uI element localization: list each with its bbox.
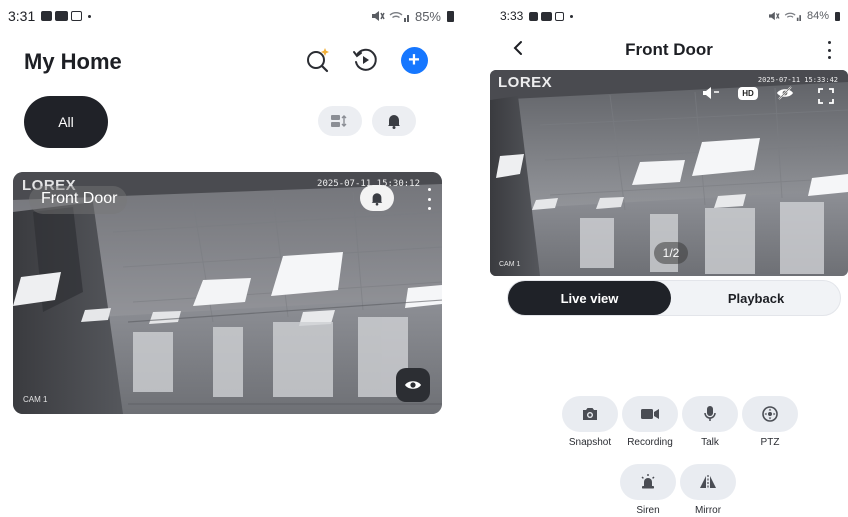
mic-icon bbox=[704, 406, 716, 421]
mute-icon bbox=[768, 11, 780, 21]
screenshot-notification-icon bbox=[71, 11, 83, 21]
add-device-button[interactable]: + bbox=[399, 45, 429, 75]
notification-icons bbox=[529, 11, 574, 21]
mirror-tool[interactable]: Mirror bbox=[677, 464, 739, 516]
quality-button[interactable]: HD bbox=[736, 83, 760, 103]
siren-label: Siren bbox=[636, 505, 660, 516]
fullscreen-icon bbox=[818, 88, 834, 104]
ptz-label: PTZ bbox=[760, 437, 780, 448]
camera-card[interactable]: LOREX Front Door 2025-07-11 15:30:12 CAM… bbox=[13, 172, 442, 414]
snapshot-tool[interactable]: Snapshot bbox=[559, 396, 621, 448]
status-time: 3:31 bbox=[8, 8, 36, 24]
search-ai-button[interactable] bbox=[303, 45, 333, 75]
app-notification-icon bbox=[541, 11, 553, 21]
image-notification-icon bbox=[529, 11, 539, 21]
fullscreen-button[interactable] bbox=[816, 86, 836, 106]
history-button[interactable] bbox=[350, 45, 380, 75]
status-right: 84% bbox=[768, 0, 840, 32]
video-icon bbox=[641, 409, 659, 419]
bell-icon bbox=[371, 192, 383, 205]
more-notifications-icon bbox=[88, 14, 92, 18]
battery-icon bbox=[447, 10, 454, 22]
notification-icons bbox=[41, 11, 92, 21]
layout-icon bbox=[331, 115, 347, 127]
notifications-button[interactable] bbox=[372, 106, 416, 136]
ptz-button[interactable] bbox=[742, 396, 798, 432]
snapshot-label: Snapshot bbox=[568, 437, 612, 448]
eye-icon bbox=[405, 381, 421, 389]
wifi-signal-icon bbox=[784, 12, 801, 21]
filter-chip-all[interactable]: All bbox=[24, 96, 108, 148]
recording-label: Recording bbox=[627, 437, 673, 448]
camera-pager[interactable]: 1/2 bbox=[654, 242, 688, 264]
talk-button[interactable] bbox=[682, 396, 738, 432]
siren-tool[interactable]: Siren bbox=[617, 464, 679, 516]
tab-playback[interactable]: Playback bbox=[672, 281, 840, 315]
camera-timestamp: 2025-07-11 15:33:42 bbox=[757, 76, 838, 84]
eye-off-icon bbox=[777, 86, 793, 100]
plus-icon: + bbox=[400, 46, 428, 74]
history-play-icon bbox=[353, 48, 377, 71]
status-bar: 3:33 84% bbox=[490, 0, 848, 32]
view-mode-segmented: Live view Playback bbox=[507, 280, 841, 316]
battery-percent: 84% bbox=[806, 10, 829, 22]
privacy-toggle-button[interactable] bbox=[396, 368, 430, 402]
camera-detail-screen: 3:33 84% Front Door LOREX 2025-07-11 15:… bbox=[490, 0, 848, 517]
mute-icon bbox=[371, 11, 385, 21]
app-notification-icon bbox=[55, 11, 69, 21]
talk-tool[interactable]: Talk bbox=[679, 396, 741, 448]
live-video-player[interactable]: LOREX 2025-07-11 15:33:42 HD 1/2 CAM 1 bbox=[490, 70, 848, 276]
camera-brand-logo: LOREX bbox=[498, 74, 553, 91]
privacy-button[interactable] bbox=[773, 83, 797, 103]
siren-icon bbox=[641, 474, 655, 489]
camera-icon bbox=[583, 408, 597, 420]
layout-toggle-button[interactable] bbox=[318, 106, 362, 136]
camera-channel-label: CAM 1 bbox=[23, 395, 48, 404]
image-notification-icon bbox=[41, 11, 53, 21]
snapshot-button[interactable] bbox=[562, 396, 618, 432]
status-time: 3:33 bbox=[500, 9, 524, 23]
hd-badge: HD bbox=[738, 86, 758, 100]
camera-alert-button[interactable] bbox=[360, 185, 394, 211]
home-screen: 3:31 85% My Home + All LOREX Front Door … bbox=[0, 0, 462, 517]
mirror-label: Mirror bbox=[694, 505, 722, 516]
tab-live-view[interactable]: Live view bbox=[508, 281, 671, 315]
mute-button[interactable] bbox=[700, 83, 722, 103]
ptz-tool[interactable]: PTZ bbox=[739, 396, 801, 448]
status-bar: 3:31 85% bbox=[0, 0, 462, 32]
talk-label: Talk bbox=[701, 437, 719, 448]
recording-button[interactable] bbox=[622, 396, 678, 432]
page-title: My Home bbox=[24, 49, 122, 74]
status-right: 85% bbox=[371, 0, 454, 32]
search-sparkle-icon bbox=[307, 48, 329, 73]
mirror-button[interactable] bbox=[680, 464, 736, 500]
mirror-icon bbox=[700, 475, 716, 489]
battery-icon bbox=[835, 11, 840, 21]
more-notifications-icon bbox=[570, 14, 574, 18]
screenshot-notification-icon bbox=[555, 11, 565, 21]
more-options-button[interactable] bbox=[826, 41, 832, 59]
siren-button[interactable] bbox=[620, 464, 676, 500]
recording-tool[interactable]: Recording bbox=[619, 396, 681, 448]
wifi-signal-icon bbox=[389, 12, 409, 22]
ptz-icon bbox=[762, 406, 778, 422]
page-title: Front Door bbox=[625, 40, 713, 59]
bell-icon bbox=[388, 115, 400, 129]
camera-channel-label: CAM 1 bbox=[499, 261, 521, 268]
speaker-mute-icon bbox=[703, 87, 719, 99]
battery-percent: 85% bbox=[414, 8, 441, 24]
camera-name: Front Door bbox=[29, 186, 128, 214]
camera-more-button[interactable] bbox=[424, 188, 434, 210]
